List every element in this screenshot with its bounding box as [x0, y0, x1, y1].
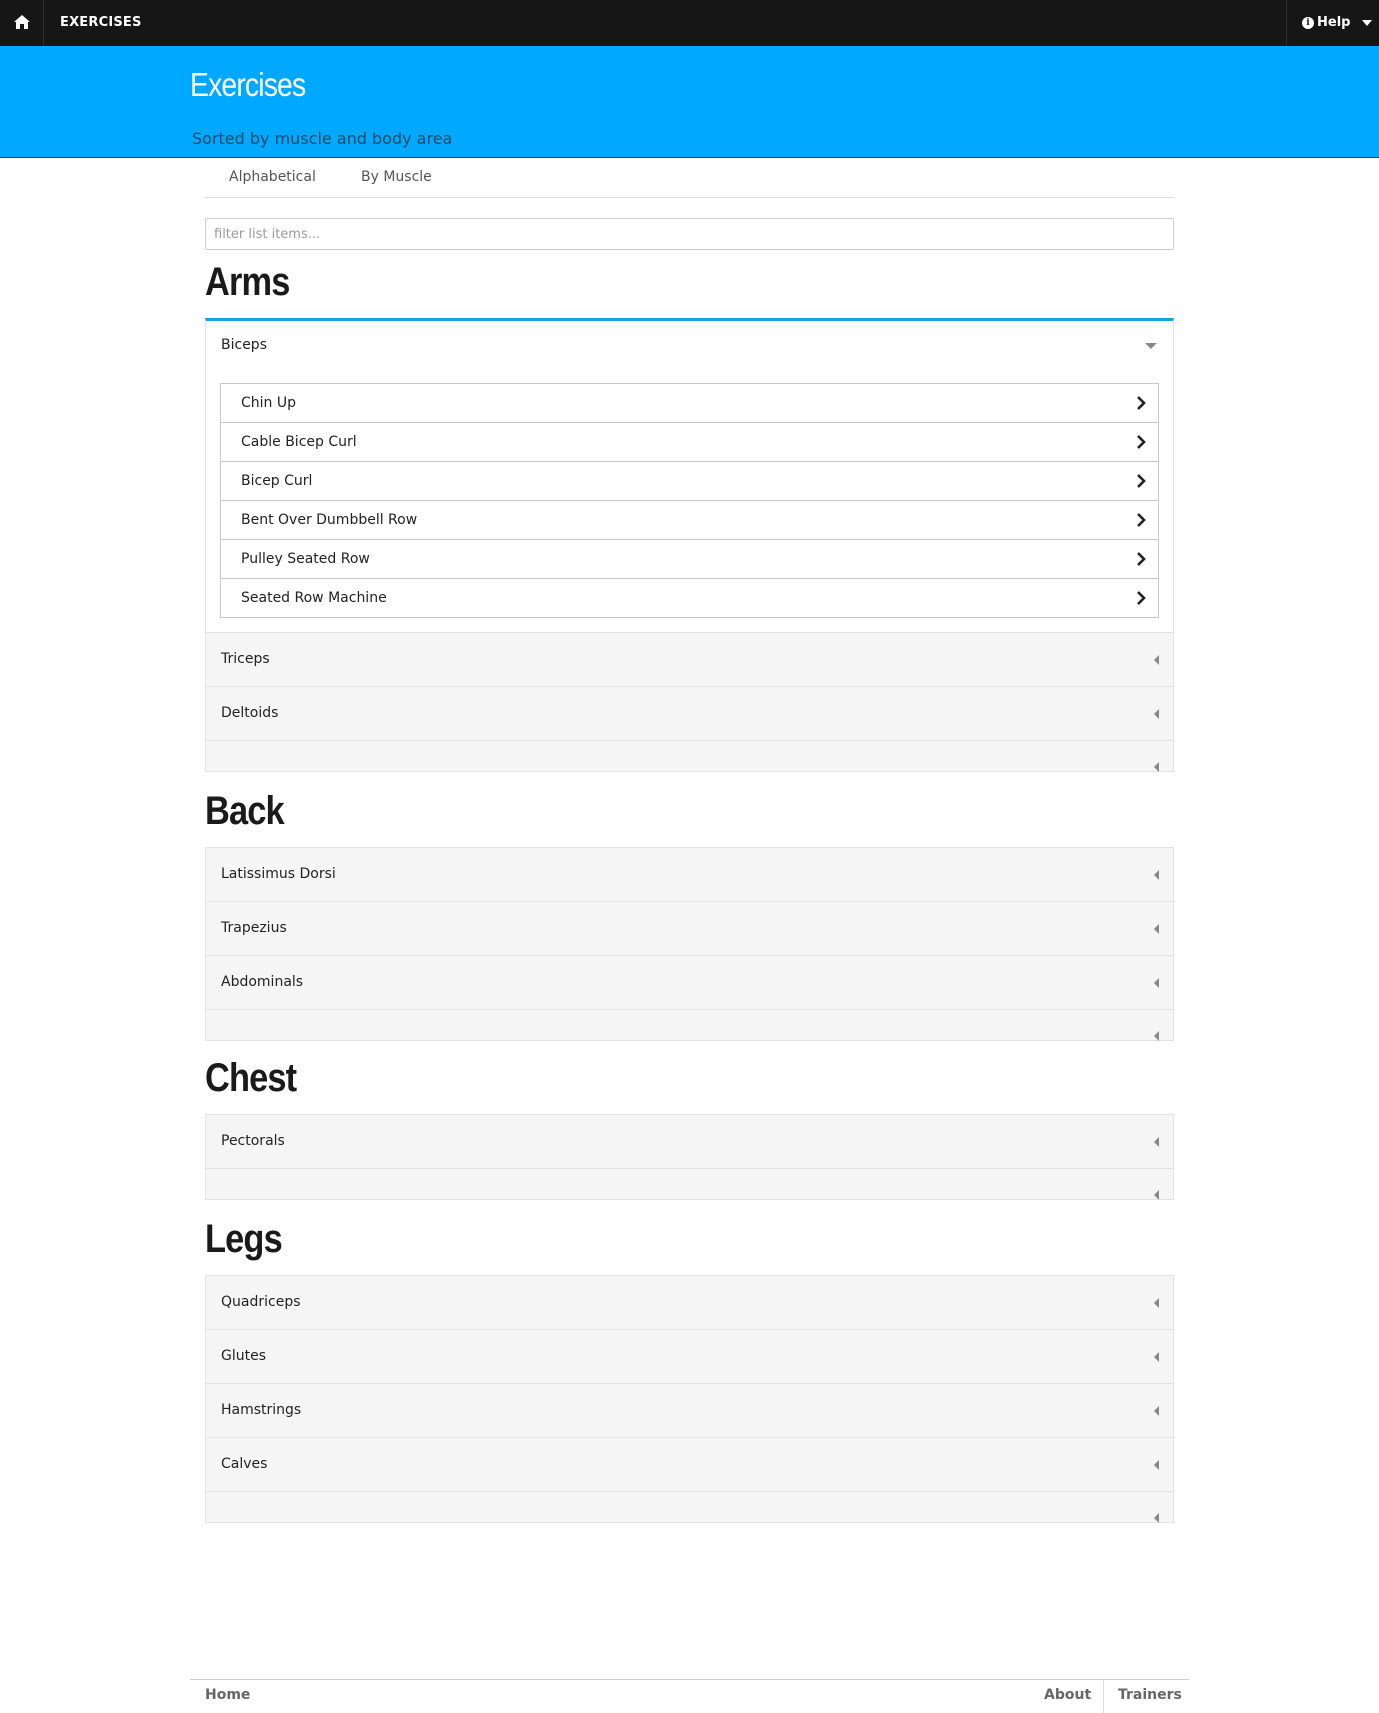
- expand-arrow-icon: [1154, 1298, 1159, 1308]
- footer-divider: [1103, 1680, 1104, 1713]
- accordion-item-latissimus-dorsi[interactable]: Latissimus Dorsi: [206, 848, 1173, 902]
- expand-arrow-icon: [1154, 1137, 1159, 1147]
- accordion-header-biceps[interactable]: Biceps: [206, 321, 1173, 370]
- exercise-item-chin-up[interactable]: Chin Up: [221, 384, 1158, 423]
- accordion-item-calves[interactable]: Calves: [206, 1438, 1173, 1492]
- section-title-chest: Chest: [205, 1056, 297, 1100]
- accordion-label: Hamstrings: [221, 1402, 302, 1418]
- footer-about-link[interactable]: About: [1044, 1680, 1091, 1710]
- page-footer: Home About Trainers: [190, 1679, 1189, 1713]
- page-title: Exercises: [190, 66, 306, 103]
- accordion-item-triceps[interactable]: Triceps: [206, 633, 1173, 687]
- exercise-item-cable-bicep-curl[interactable]: Cable Bicep Curl: [221, 423, 1158, 462]
- exercise-item-seated-row-machine[interactable]: Seated Row Machine: [221, 579, 1158, 617]
- exercise-label: Bicep Curl: [241, 473, 313, 489]
- expand-arrow-icon: [1154, 1031, 1159, 1041]
- section-title-back: Back: [205, 789, 285, 833]
- footer-trainers-link[interactable]: Trainers: [1118, 1680, 1182, 1710]
- chevron-right-icon: [1137, 552, 1146, 566]
- expand-arrow-icon: [1154, 1513, 1159, 1523]
- accordion-label: Abdominals: [221, 974, 304, 990]
- accordion-footer: [206, 741, 1173, 772]
- tab-by-muscle[interactable]: By Muscle: [361, 158, 432, 196]
- help-label: Help: [1317, 15, 1351, 30]
- accordion-label: Deltoids: [221, 705, 279, 721]
- top-navbar: EXERCISES i Help: [0, 0, 1379, 46]
- view-tabs: Alphabetical By Muscle: [205, 158, 1174, 198]
- page-header: Exercises Sorted by muscle and body area: [0, 46, 1379, 158]
- accordion-footer: [206, 1010, 1173, 1041]
- exercise-label: Cable Bicep Curl: [241, 434, 357, 450]
- accordion-label: Biceps: [221, 337, 267, 353]
- accordion-footer: [206, 1169, 1173, 1200]
- accordion-item-trapezius[interactable]: Trapezius: [206, 902, 1173, 956]
- expand-arrow-icon: [1154, 924, 1159, 934]
- accordion-arms: Biceps Chin Up Cable Bicep Curl Bicep Cu…: [205, 318, 1174, 772]
- help-dropdown[interactable]: i Help: [1286, 0, 1379, 46]
- accordion-footer: [206, 1492, 1173, 1523]
- footer-home-link[interactable]: Home: [205, 1680, 250, 1710]
- filter-input[interactable]: [205, 218, 1174, 250]
- exercise-label: Bent Over Dumbbell Row: [241, 512, 418, 528]
- chevron-right-icon: [1137, 396, 1146, 410]
- accordion-item-pectorals[interactable]: Pectorals: [206, 1115, 1173, 1169]
- accordion-label: Calves: [221, 1456, 268, 1472]
- chevron-right-icon: [1137, 474, 1146, 488]
- collapse-arrow-icon: [1145, 343, 1157, 349]
- accordion-item-biceps: Biceps Chin Up Cable Bicep Curl Bicep Cu…: [206, 321, 1173, 633]
- exercise-label: Seated Row Machine: [241, 590, 387, 606]
- accordion-label: Latissimus Dorsi: [221, 866, 336, 882]
- home-button[interactable]: [0, 0, 44, 46]
- chevron-right-icon: [1137, 435, 1146, 449]
- exercise-item-bicep-curl[interactable]: Bicep Curl: [221, 462, 1158, 501]
- home-icon: [14, 15, 30, 29]
- expand-arrow-icon: [1154, 655, 1159, 665]
- expand-arrow-icon: [1154, 1406, 1159, 1416]
- caret-down-icon: [1362, 20, 1372, 26]
- exercise-label: Chin Up: [241, 395, 296, 411]
- accordion-item-glutes[interactable]: Glutes: [206, 1330, 1173, 1384]
- chevron-right-icon: [1137, 513, 1146, 527]
- accordion-label: Triceps: [221, 651, 270, 667]
- accordion-label: Pectorals: [221, 1133, 285, 1149]
- expand-arrow-icon: [1154, 762, 1159, 772]
- section-title-arms: Arms: [205, 260, 290, 304]
- accordion-item-quadriceps[interactable]: Quadriceps: [206, 1276, 1173, 1330]
- accordion-label: Quadriceps: [221, 1294, 301, 1310]
- expand-arrow-icon: [1154, 870, 1159, 880]
- exercise-item-pulley-seated-row[interactable]: Pulley Seated Row: [221, 540, 1158, 579]
- exercise-label: Pulley Seated Row: [241, 551, 370, 567]
- expand-arrow-icon: [1154, 1352, 1159, 1362]
- accordion-chest: Pectorals: [205, 1114, 1174, 1200]
- expand-arrow-icon: [1154, 1190, 1159, 1200]
- exercise-item-bent-over-dumbbell-row[interactable]: Bent Over Dumbbell Row: [221, 501, 1158, 540]
- accordion-label: Glutes: [221, 1348, 267, 1364]
- chevron-right-icon: [1137, 591, 1146, 605]
- tab-alphabetical[interactable]: Alphabetical: [229, 158, 316, 196]
- exercise-list: Chin Up Cable Bicep Curl Bicep Curl Bent…: [220, 383, 1159, 618]
- info-icon: i: [1302, 17, 1314, 29]
- accordion-back: Latissimus Dorsi Trapezius Abdominals: [205, 847, 1174, 1041]
- brand-link[interactable]: EXERCISES: [60, 0, 142, 46]
- accordion-legs: Quadriceps Glutes Hamstrings Calves: [205, 1275, 1174, 1523]
- expand-arrow-icon: [1154, 978, 1159, 988]
- expand-arrow-icon: [1154, 1460, 1159, 1470]
- accordion-label: Trapezius: [221, 920, 287, 936]
- accordion-item-abdominals[interactable]: Abdominals: [206, 956, 1173, 1010]
- section-title-legs: Legs: [205, 1217, 283, 1261]
- accordion-item-hamstrings[interactable]: Hamstrings: [206, 1384, 1173, 1438]
- page-subtitle: Sorted by muscle and body area: [192, 129, 453, 148]
- expand-arrow-icon: [1154, 709, 1159, 719]
- accordion-item-deltoids[interactable]: Deltoids: [206, 687, 1173, 741]
